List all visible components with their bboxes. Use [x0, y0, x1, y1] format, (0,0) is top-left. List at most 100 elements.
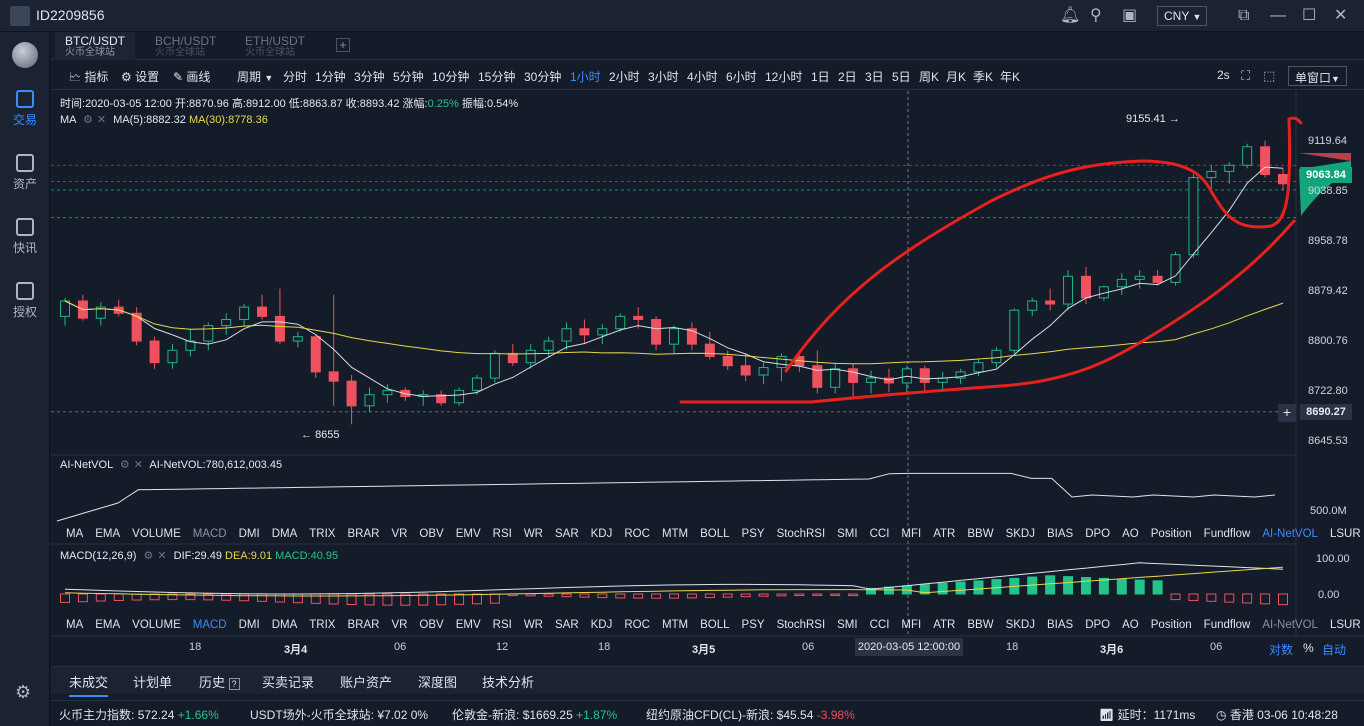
- sidebar-item-assets[interactable]: 资产: [0, 154, 50, 192]
- search-icon[interactable]: ⚲: [1090, 8, 1102, 24]
- indicator-button[interactable]: 🗠︎ 指标: [69, 68, 108, 89]
- interval-button[interactable]: 4小时: [687, 68, 718, 85]
- auto-scale-toggle[interactable]: 自动: [1322, 641, 1346, 658]
- netvol-close-icon[interactable]: ✕: [134, 459, 143, 471]
- macd-settings-icon[interactable]: ⚙: [143, 550, 153, 562]
- tab-btc-usdt[interactable]: BTC/USDT 火币全球站: [55, 32, 135, 60]
- indicator-option[interactable]: CCI: [870, 619, 890, 631]
- indicator-option[interactable]: SAR: [555, 528, 579, 540]
- indicator-option[interactable]: DPO: [1085, 619, 1110, 631]
- screenshot-icon[interactable]: ⬚: [1263, 68, 1275, 84]
- indicator-option[interactable]: SAR: [555, 619, 579, 631]
- interval-button[interactable]: 2日: [838, 68, 857, 85]
- indicator-option[interactable]: SKDJ: [1006, 528, 1035, 540]
- indicator-option[interactable]: EMV: [456, 619, 481, 631]
- interval-button[interactable]: 1小时: [570, 68, 601, 85]
- macd-close-icon[interactable]: ✕: [157, 550, 166, 562]
- indicator-option[interactable]: TRIX: [309, 528, 335, 540]
- indicator-option[interactable]: PSY: [742, 619, 765, 631]
- indicator-option[interactable]: ROC: [624, 619, 650, 631]
- indicator-option[interactable]: StochRSI: [777, 528, 826, 540]
- indicator-option[interactable]: AI-NetVOL: [1262, 619, 1318, 631]
- indicator-option[interactable]: VR: [391, 619, 407, 631]
- indicator-option[interactable]: Fundflow: [1204, 528, 1251, 540]
- indicator-option[interactable]: ROC: [624, 528, 650, 540]
- indicator-option[interactable]: SKDJ: [1006, 619, 1035, 631]
- indicator-option[interactable]: MFI: [901, 619, 921, 631]
- minimize-icon[interactable]: —: [1270, 8, 1286, 24]
- indicator-option[interactable]: SMI: [837, 528, 857, 540]
- percent-scale-toggle[interactable]: %: [1303, 641, 1314, 655]
- interval-button[interactable]: 周K: [919, 68, 939, 85]
- add-tab-button[interactable]: +: [336, 38, 350, 52]
- indicator-option[interactable]: PSY: [742, 528, 765, 540]
- tab-bch-usdt[interactable]: BCH/USDT 火币全球站: [145, 32, 226, 60]
- tab-open-orders[interactable]: 未成交: [69, 672, 109, 697]
- tab-technical-analysis[interactable]: 技术分析: [482, 672, 534, 691]
- period-dropdown[interactable]: 周期 ▼: [237, 68, 273, 85]
- tab-eth-usdt[interactable]: ETH/USDT 火币全球站: [235, 32, 315, 60]
- indicator-option[interactable]: LSUR: [1330, 528, 1361, 540]
- bell-icon[interactable]: 🔔︎: [1060, 8, 1080, 24]
- indicator-option[interactable]: BOLL: [700, 528, 729, 540]
- kline-chart[interactable]: [51, 91, 1364, 666]
- interval-button[interactable]: 年K: [1000, 68, 1020, 85]
- ticker-crude-oil[interactable]: 纽约原油CFD(CL)-新浪: $45.54 -3.98%: [646, 706, 855, 723]
- settings-gear-icon[interactable]: ⚙: [15, 683, 31, 701]
- tab-history[interactable]: 历史 ?: [199, 672, 240, 691]
- indicator-option[interactable]: ATR: [933, 528, 955, 540]
- log-scale-toggle[interactable]: 对数: [1269, 641, 1293, 658]
- indicator-option[interactable]: BBW: [967, 528, 993, 540]
- interval-button[interactable]: 5日: [892, 68, 911, 85]
- indicator-option[interactable]: SMI: [837, 619, 857, 631]
- indicator-option[interactable]: LSUR: [1330, 619, 1361, 631]
- ma-settings-icon[interactable]: ⚙: [83, 114, 93, 126]
- indicator-option[interactable]: RSI: [493, 619, 512, 631]
- indicator-option[interactable]: MA: [66, 528, 83, 540]
- shirt-icon[interactable]: ▣: [1122, 8, 1137, 24]
- indicator-option[interactable]: DMA: [272, 619, 298, 631]
- indicator-option[interactable]: DPO: [1085, 528, 1110, 540]
- maximize-icon[interactable]: ☐: [1302, 8, 1316, 24]
- indicator-option[interactable]: RSI: [493, 528, 512, 540]
- fullscreen-icon[interactable]: ⛶: [1241, 68, 1250, 84]
- interval-button[interactable]: 5分钟: [393, 68, 424, 85]
- refresh-rate[interactable]: 2s: [1217, 68, 1230, 82]
- interval-button[interactable]: 2小时: [609, 68, 640, 85]
- interval-button[interactable]: 1分钟: [315, 68, 346, 85]
- interval-button[interactable]: 季K: [973, 68, 993, 85]
- indicator-option[interactable]: EMV: [456, 528, 481, 540]
- interval-button[interactable]: 3分钟: [354, 68, 385, 85]
- interval-button[interactable]: 6小时: [726, 68, 757, 85]
- sidebar-item-auth[interactable]: 授权: [0, 282, 50, 320]
- indicator-option[interactable]: DMI: [239, 528, 260, 540]
- indicator-option[interactable]: VOLUME: [132, 528, 181, 540]
- indicator-option[interactable]: VOLUME: [132, 619, 181, 631]
- indicator-option[interactable]: MACD: [193, 528, 227, 540]
- indicator-option[interactable]: BRAR: [347, 619, 379, 631]
- indicator-option[interactable]: WR: [524, 528, 543, 540]
- user-avatar-icon[interactable]: [10, 6, 30, 26]
- close-icon[interactable]: ✕: [1334, 8, 1347, 24]
- indicator-option[interactable]: BOLL: [700, 619, 729, 631]
- indicator-option[interactable]: OBV: [419, 619, 443, 631]
- indicator-option[interactable]: OBV: [419, 528, 443, 540]
- ticker-london-gold[interactable]: 伦敦金-新浪: $1669.25 +1.87%: [452, 706, 617, 723]
- indicator-option[interactable]: BBW: [967, 619, 993, 631]
- indicator-option[interactable]: EMA: [95, 528, 120, 540]
- indicator-option[interactable]: Position: [1151, 619, 1192, 631]
- indicator-option[interactable]: DMA: [272, 528, 298, 540]
- indicator-option[interactable]: AI-NetVOL: [1262, 528, 1318, 540]
- interval-button[interactable]: 15分钟: [478, 68, 515, 85]
- indicator-option[interactable]: WR: [524, 619, 543, 631]
- ticker-huobi-index[interactable]: 火币主力指数: 572.24 +1.66%: [59, 706, 219, 723]
- indicator-option[interactable]: TRIX: [309, 619, 335, 631]
- sidebar-item-news[interactable]: 快讯: [0, 218, 50, 256]
- interval-button[interactable]: 30分钟: [524, 68, 561, 85]
- indicator-option[interactable]: MTM: [662, 619, 688, 631]
- indicator-option[interactable]: CCI: [870, 528, 890, 540]
- indicator-option[interactable]: MACD: [193, 619, 227, 631]
- interval-button[interactable]: 分时: [283, 68, 307, 85]
- indicator-option[interactable]: KDJ: [591, 619, 613, 631]
- draw-button[interactable]: ✎ 画线: [173, 68, 210, 85]
